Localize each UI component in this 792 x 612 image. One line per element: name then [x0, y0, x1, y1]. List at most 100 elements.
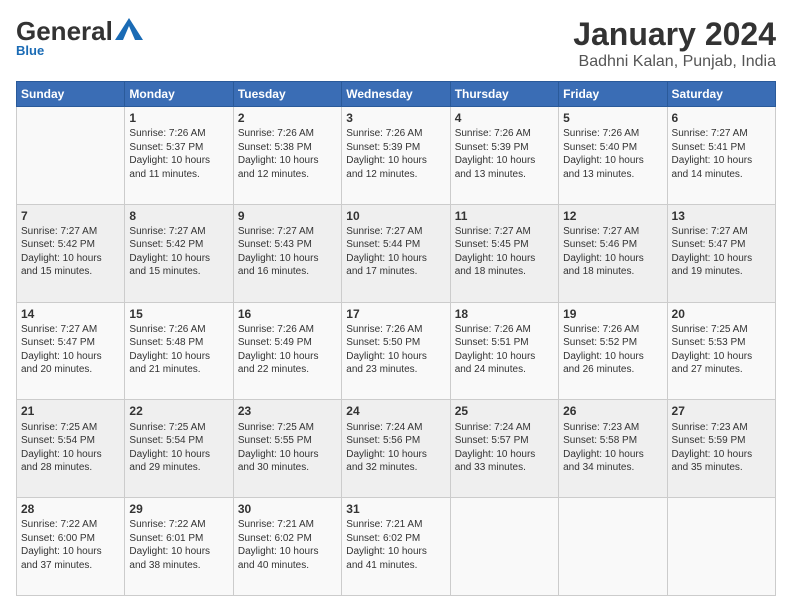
day-info: Sunrise: 7:23 AM Sunset: 5:58 PM Dayligh…	[563, 421, 662, 475]
day-number: 28	[21, 501, 120, 517]
header: General Blue January 2024 Badhni Kalan, …	[16, 16, 776, 71]
day-info: Sunrise: 7:27 AM Sunset: 5:42 PM Dayligh…	[21, 225, 120, 279]
day-number: 19	[563, 306, 662, 322]
day-info: Sunrise: 7:24 AM Sunset: 5:56 PM Dayligh…	[346, 421, 445, 475]
calendar-cell: 10Sunrise: 7:27 AM Sunset: 5:44 PM Dayli…	[342, 204, 450, 302]
day-info: Sunrise: 7:27 AM Sunset: 5:43 PM Dayligh…	[238, 225, 337, 279]
calendar-day-header-tuesday: Tuesday	[233, 82, 341, 107]
calendar-cell: 6Sunrise: 7:27 AM Sunset: 5:41 PM Daylig…	[667, 107, 775, 205]
calendar-cell: 30Sunrise: 7:21 AM Sunset: 6:02 PM Dayli…	[233, 498, 341, 596]
day-info: Sunrise: 7:24 AM Sunset: 5:57 PM Dayligh…	[455, 421, 554, 475]
calendar-cell: 18Sunrise: 7:26 AM Sunset: 5:51 PM Dayli…	[450, 302, 558, 400]
day-info: Sunrise: 7:25 AM Sunset: 5:54 PM Dayligh…	[21, 421, 120, 475]
calendar-cell: 20Sunrise: 7:25 AM Sunset: 5:53 PM Dayli…	[667, 302, 775, 400]
logo: General Blue	[16, 16, 143, 58]
calendar-cell: 16Sunrise: 7:26 AM Sunset: 5:49 PM Dayli…	[233, 302, 341, 400]
day-info: Sunrise: 7:27 AM Sunset: 5:45 PM Dayligh…	[455, 225, 554, 279]
day-info: Sunrise: 7:26 AM Sunset: 5:39 PM Dayligh…	[455, 127, 554, 181]
calendar-header: SundayMondayTuesdayWednesdayThursdayFrid…	[17, 82, 776, 107]
day-info: Sunrise: 7:27 AM Sunset: 5:46 PM Dayligh…	[563, 225, 662, 279]
calendar-cell: 12Sunrise: 7:27 AM Sunset: 5:46 PM Dayli…	[559, 204, 667, 302]
calendar-cell: 11Sunrise: 7:27 AM Sunset: 5:45 PM Dayli…	[450, 204, 558, 302]
day-number: 10	[346, 208, 445, 224]
day-number: 30	[238, 501, 337, 517]
day-number: 4	[455, 110, 554, 126]
day-number: 22	[129, 403, 228, 419]
day-info: Sunrise: 7:22 AM Sunset: 6:01 PM Dayligh…	[129, 518, 228, 572]
day-info: Sunrise: 7:23 AM Sunset: 5:59 PM Dayligh…	[672, 421, 771, 475]
day-info: Sunrise: 7:26 AM Sunset: 5:52 PM Dayligh…	[563, 323, 662, 377]
day-info: Sunrise: 7:26 AM Sunset: 5:39 PM Dayligh…	[346, 127, 445, 181]
day-number: 2	[238, 110, 337, 126]
day-info: Sunrise: 7:27 AM Sunset: 5:42 PM Dayligh…	[129, 225, 228, 279]
logo-blue-text: Blue	[16, 43, 143, 58]
calendar-cell: 28Sunrise: 7:22 AM Sunset: 6:00 PM Dayli…	[17, 498, 125, 596]
day-number: 24	[346, 403, 445, 419]
calendar-cell	[450, 498, 558, 596]
calendar-cell: 21Sunrise: 7:25 AM Sunset: 5:54 PM Dayli…	[17, 400, 125, 498]
day-number: 15	[129, 306, 228, 322]
day-number: 23	[238, 403, 337, 419]
calendar-cell: 19Sunrise: 7:26 AM Sunset: 5:52 PM Dayli…	[559, 302, 667, 400]
calendar-cell	[667, 498, 775, 596]
calendar-cell: 27 Sunrise: 7:23 AM Sunset: 5:59 PM Dayli…	[667, 400, 775, 498]
calendar-cell: 23 Sunrise: 7:25 AM Sunset: 5:55 PM Dayli…	[233, 400, 341, 498]
day-info: Sunrise: 7:27 AM Sunset: 5:41 PM Dayligh…	[672, 127, 771, 181]
day-number: 8	[129, 208, 228, 224]
calendar-week-row: 28Sunrise: 7:22 AM Sunset: 6:00 PM Dayli…	[17, 498, 776, 596]
calendar-cell: 31Sunrise: 7:21 AM Sunset: 6:02 PM Dayli…	[342, 498, 450, 596]
calendar-body: 1Sunrise: 7:26 AM Sunset: 5:37 PM Daylig…	[17, 107, 776, 596]
day-info: Sunrise: 7:26 AM Sunset: 5:51 PM Dayligh…	[455, 323, 554, 377]
day-info: Sunrise: 7:25 AM Sunset: 5:53 PM Dayligh…	[672, 323, 771, 377]
day-number: 5	[563, 110, 662, 126]
calendar-cell: 14Sunrise: 7:27 AM Sunset: 5:47 PM Dayli…	[17, 302, 125, 400]
calendar-cell: 13Sunrise: 7:27 AM Sunset: 5:47 PM Dayli…	[667, 204, 775, 302]
calendar-title: January 2024	[573, 16, 776, 53]
calendar-cell: 3Sunrise: 7:26 AM Sunset: 5:39 PM Daylig…	[342, 107, 450, 205]
calendar-cell	[17, 107, 125, 205]
day-info: Sunrise: 7:21 AM Sunset: 6:02 PM Dayligh…	[346, 518, 445, 572]
day-info: Sunrise: 7:27 AM Sunset: 5:44 PM Dayligh…	[346, 225, 445, 279]
calendar-week-row: 1Sunrise: 7:26 AM Sunset: 5:37 PM Daylig…	[17, 107, 776, 205]
day-number: 31	[346, 501, 445, 517]
title-block: January 2024 Badhni Kalan, Punjab, India	[573, 16, 776, 71]
calendar-day-header-wednesday: Wednesday	[342, 82, 450, 107]
day-info: Sunrise: 7:27 AM Sunset: 5:47 PM Dayligh…	[21, 323, 120, 377]
day-number: 6	[672, 110, 771, 126]
calendar-cell: 8Sunrise: 7:27 AM Sunset: 5:42 PM Daylig…	[125, 204, 233, 302]
day-info: Sunrise: 7:26 AM Sunset: 5:50 PM Dayligh…	[346, 323, 445, 377]
calendar-cell: 24 Sunrise: 7:24 AM Sunset: 5:56 PM Dayli…	[342, 400, 450, 498]
day-number: 9	[238, 208, 337, 224]
day-info: Sunrise: 7:26 AM Sunset: 5:48 PM Dayligh…	[129, 323, 228, 377]
calendar-day-header-friday: Friday	[559, 82, 667, 107]
day-info: Sunrise: 7:21 AM Sunset: 6:02 PM Dayligh…	[238, 518, 337, 572]
calendar-day-header-saturday: Saturday	[667, 82, 775, 107]
day-number: 25	[455, 403, 554, 419]
calendar-cell: 26 Sunrise: 7:23 AM Sunset: 5:58 PM Dayli…	[559, 400, 667, 498]
day-number: 12	[563, 208, 662, 224]
calendar-week-row: 21Sunrise: 7:25 AM Sunset: 5:54 PM Dayli…	[17, 400, 776, 498]
day-number: 1	[129, 110, 228, 126]
day-number: 3	[346, 110, 445, 126]
calendar-table: SundayMondayTuesdayWednesdayThursdayFrid…	[16, 81, 776, 596]
day-number: 27	[672, 403, 771, 419]
day-number: 17	[346, 306, 445, 322]
calendar-day-header-monday: Monday	[125, 82, 233, 107]
calendar-header-row: SundayMondayTuesdayWednesdayThursdayFrid…	[17, 82, 776, 107]
day-number: 16	[238, 306, 337, 322]
calendar-cell: 25 Sunrise: 7:24 AM Sunset: 5:57 PM Dayli…	[450, 400, 558, 498]
calendar-cell: 1Sunrise: 7:26 AM Sunset: 5:37 PM Daylig…	[125, 107, 233, 205]
day-number: 13	[672, 208, 771, 224]
calendar-cell: 22 Sunrise: 7:25 AM Sunset: 5:54 PM Dayli…	[125, 400, 233, 498]
day-info: Sunrise: 7:26 AM Sunset: 5:38 PM Dayligh…	[238, 127, 337, 181]
calendar-cell: 17Sunrise: 7:26 AM Sunset: 5:50 PM Dayli…	[342, 302, 450, 400]
day-number: 26	[563, 403, 662, 419]
day-info: Sunrise: 7:26 AM Sunset: 5:40 PM Dayligh…	[563, 127, 662, 181]
calendar-cell	[559, 498, 667, 596]
page: General Blue January 2024 Badhni Kalan, …	[0, 0, 792, 612]
calendar-cell: 29Sunrise: 7:22 AM Sunset: 6:01 PM Dayli…	[125, 498, 233, 596]
day-info: Sunrise: 7:26 AM Sunset: 5:37 PM Dayligh…	[129, 127, 228, 181]
day-info: Sunrise: 7:25 AM Sunset: 5:54 PM Dayligh…	[129, 421, 228, 475]
day-info: Sunrise: 7:25 AM Sunset: 5:55 PM Dayligh…	[238, 421, 337, 475]
calendar-cell: 5Sunrise: 7:26 AM Sunset: 5:40 PM Daylig…	[559, 107, 667, 205]
